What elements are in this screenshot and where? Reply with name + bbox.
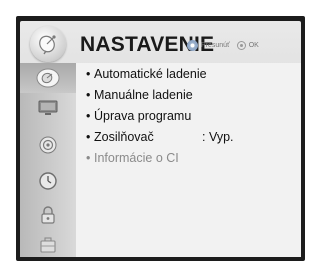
clock-icon bbox=[39, 172, 57, 190]
menu-item-label: Automatické ladenie bbox=[94, 67, 207, 81]
sidebar-item-setup[interactable] bbox=[20, 63, 76, 93]
sidebar-item-time[interactable] bbox=[20, 166, 76, 196]
speaker-icon bbox=[39, 136, 57, 154]
menu-item-booster[interactable]: • Zosilňovač : Vyp. bbox=[86, 130, 234, 144]
sidebar-item-lock[interactable] bbox=[20, 200, 76, 230]
navigation-hint: Presunúť OK bbox=[187, 40, 259, 51]
booster-value: : Vyp. bbox=[202, 130, 234, 144]
dpad-icon bbox=[187, 40, 198, 51]
menu-item-label: Informácie o CI bbox=[94, 151, 179, 165]
menu-item-programme-edit[interactable]: • Úprava programu bbox=[86, 109, 191, 123]
hint-move-label: Presunúť bbox=[201, 42, 230, 49]
menu-item-label: Manuálne ladenie bbox=[94, 88, 193, 102]
monitor-icon bbox=[38, 100, 58, 115]
hint-ok-label: OK bbox=[248, 42, 259, 49]
menu-item-ci-information: • Informácie o CI bbox=[86, 151, 179, 165]
satellite-dish-icon bbox=[30, 26, 66, 62]
satellite-dish-icon bbox=[36, 68, 60, 88]
sidebar-item-picture[interactable] bbox=[20, 93, 76, 123]
menu-item-label: Úprava programu bbox=[94, 109, 192, 123]
menu-item-manual-tuning[interactable]: • Manuálne ladenie bbox=[86, 88, 193, 102]
menu-item-label: Zosilňovač bbox=[94, 130, 154, 144]
ok-button-icon bbox=[236, 41, 246, 50]
sidebar-item-options[interactable] bbox=[20, 230, 76, 260]
menu-item-auto-tuning[interactable]: • Automatické ladenie bbox=[86, 67, 207, 81]
lock-icon bbox=[41, 206, 55, 224]
sidebar-item-audio[interactable] bbox=[20, 130, 76, 160]
suitcase-icon bbox=[40, 237, 56, 253]
